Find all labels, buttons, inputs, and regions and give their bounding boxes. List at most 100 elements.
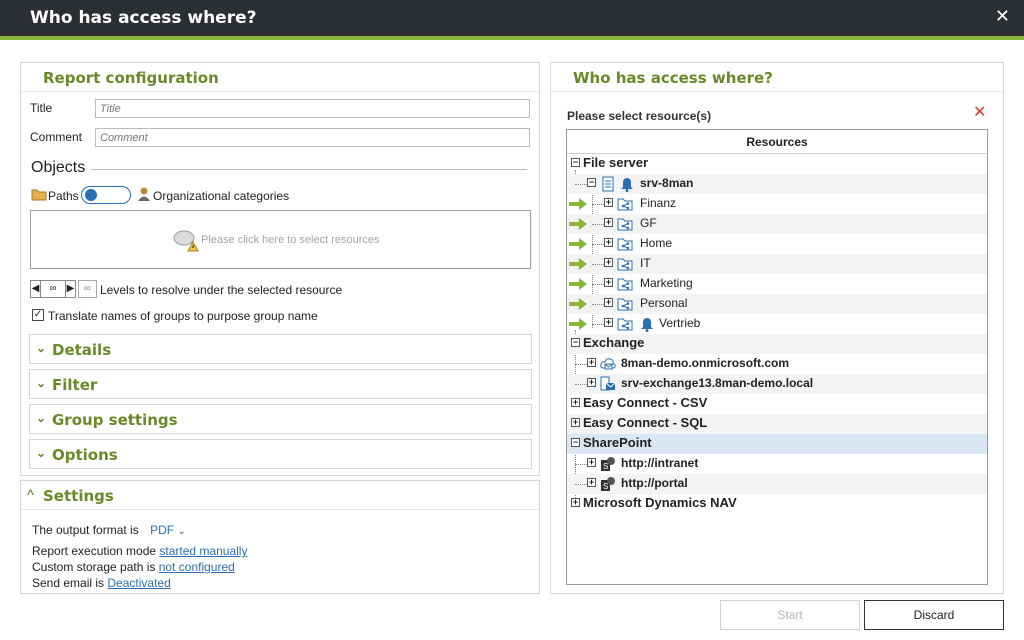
tree-node-label: Home [640, 236, 673, 250]
report-config-panel: Report configuration Title Comment Objec… [20, 62, 540, 476]
translate-checkbox[interactable]: ✓ [32, 309, 44, 321]
chevron-down-icon: ⌄ [36, 446, 47, 460]
expand-icon[interactable]: + [587, 478, 596, 487]
arrow-right-icon [569, 258, 587, 270]
arrow-right-icon [569, 218, 587, 230]
bell-icon [621, 178, 633, 192]
storage-label: Custom storage path is [32, 560, 156, 574]
levels-decrease[interactable]: ◀ [31, 281, 41, 297]
tree-node-share[interactable]: + Personal [567, 294, 987, 314]
expand-icon[interactable]: + [604, 258, 613, 267]
section-details[interactable]: ⌄ Details [29, 334, 532, 364]
share-icon [617, 198, 633, 211]
tree-node-server[interactable]: − srv-8man [567, 174, 987, 194]
exchange-server-icon [600, 376, 616, 391]
levels-stepper[interactable]: ◀ ∞ ▶ [30, 280, 76, 298]
tree-node-label: Personal [640, 296, 688, 310]
tree-node-label: Microsoft Dynamics NAV [583, 495, 737, 510]
svg-text:S: S [603, 482, 608, 491]
tree-node-share[interactable]: + Vertrieb [567, 314, 987, 334]
expand-icon[interactable]: + [604, 238, 613, 247]
resource-panel: Who has access where? Please select reso… [550, 62, 1004, 594]
expand-icon[interactable]: + [604, 318, 613, 327]
divider [21, 91, 539, 92]
comment-input[interactable] [95, 128, 530, 147]
output-format-row: The output format is PDF ⌄ [32, 523, 186, 537]
tree-node-sharepoint-site[interactable]: + S http://portal [567, 474, 987, 494]
section-options[interactable]: ⌄ Options [29, 439, 532, 469]
collapse-icon[interactable]: − [571, 158, 580, 167]
tree-line [575, 384, 587, 385]
tree-node-share[interactable]: + Finanz [567, 194, 987, 214]
discard-button[interactable]: Discard [864, 600, 1004, 630]
tree-line [575, 364, 587, 365]
tree-node-exchange[interactable]: − Exchange [567, 334, 987, 354]
tree-node-exchange-org[interactable]: + 8man-demo.onmicrosoft.com [567, 354, 987, 374]
resource-tree[interactable]: Resources − File server − srv-8man + Fin… [566, 129, 988, 585]
expand-icon[interactable]: + [587, 378, 596, 387]
levels-infinite-button[interactable]: ∞ [78, 280, 97, 298]
collapse-icon[interactable]: − [571, 338, 580, 347]
share-icon [617, 318, 633, 331]
expand-icon[interactable]: + [571, 498, 580, 507]
expand-icon[interactable]: + [587, 458, 596, 467]
output-format-select[interactable]: PDF [150, 523, 174, 537]
expand-icon[interactable]: + [571, 398, 580, 407]
expand-icon[interactable]: + [604, 198, 613, 207]
levels-increase[interactable]: ▶ [65, 281, 75, 297]
start-button[interactable]: Start [720, 600, 860, 630]
chevron-up-icon[interactable]: ^ [27, 487, 34, 501]
section-label: Details [52, 341, 112, 359]
tree-node-label: GF [640, 216, 657, 230]
tree-node-csv[interactable]: + Easy Connect - CSV [567, 394, 987, 414]
resource-dropzone[interactable]: Please click here to select resources [30, 210, 531, 269]
expand-icon[interactable]: + [604, 278, 613, 287]
arrow-right-icon [569, 298, 587, 310]
tree-node-share[interactable]: + IT [567, 254, 987, 274]
chevron-down-icon: ⌄ [36, 341, 47, 355]
tree-node-share[interactable]: + Marketing [567, 274, 987, 294]
tree-node-nav[interactable]: + Microsoft Dynamics NAV [567, 494, 987, 514]
tree-node-sql[interactable]: + Easy Connect - SQL [567, 414, 987, 434]
expand-icon[interactable]: + [604, 298, 613, 307]
section-label: Filter [52, 376, 98, 394]
expand-icon[interactable]: + [604, 218, 613, 227]
comment-label: Comment [30, 130, 83, 144]
title-input[interactable] [95, 99, 530, 118]
arrow-right-icon [569, 238, 587, 250]
window-titlebar: Who has access where? ✕ [0, 0, 1024, 36]
chevron-down-icon[interactable]: ⌄ [177, 526, 185, 537]
section-group-settings[interactable]: ⌄ Group settings [29, 404, 532, 434]
storage-link[interactable]: not configured [159, 560, 235, 574]
tree-node-label: http://portal [621, 476, 688, 490]
tree-node-share[interactable]: + Home [567, 234, 987, 254]
tree-node-label: IT [640, 256, 651, 270]
tree-node-label: srv-exchange13.8man-demo.local [621, 376, 814, 390]
sharepoint-icon: S [601, 457, 615, 471]
settings-title: Settings [43, 487, 114, 505]
tree-node-label: SharePoint [583, 435, 652, 450]
clear-selection-icon[interactable]: ✕ [973, 105, 986, 121]
expand-icon[interactable]: + [571, 418, 580, 427]
share-icon [617, 238, 633, 251]
email-link[interactable]: Deactivated [107, 576, 170, 590]
tree-node-file-server[interactable]: − File server [567, 154, 987, 174]
paths-org-toggle[interactable] [81, 186, 131, 204]
tree-node-sharepoint[interactable]: − SharePoint [567, 434, 987, 454]
report-config-title: Report configuration [43, 69, 219, 87]
tree-node-share[interactable]: + GF [567, 214, 987, 234]
close-icon[interactable]: ✕ [995, 6, 1010, 27]
section-filter[interactable]: ⌄ Filter [29, 369, 532, 399]
tree-node-label: Easy Connect - CSV [583, 395, 708, 410]
tree-node-sharepoint-site[interactable]: + S http://intranet [567, 454, 987, 474]
arrow-right-icon [569, 198, 587, 210]
title-label: Title [30, 101, 53, 115]
folder-icon [31, 189, 47, 201]
expand-icon[interactable]: + [587, 358, 596, 367]
exec-mode-link[interactable]: started manually [159, 544, 247, 558]
tree-node-exchange-server[interactable]: + srv-exchange13.8man-demo.local [567, 374, 987, 394]
collapse-icon[interactable]: − [587, 178, 596, 187]
accent-bar [0, 36, 1024, 40]
arrow-right-icon [569, 278, 587, 290]
collapse-icon[interactable]: − [571, 438, 580, 447]
